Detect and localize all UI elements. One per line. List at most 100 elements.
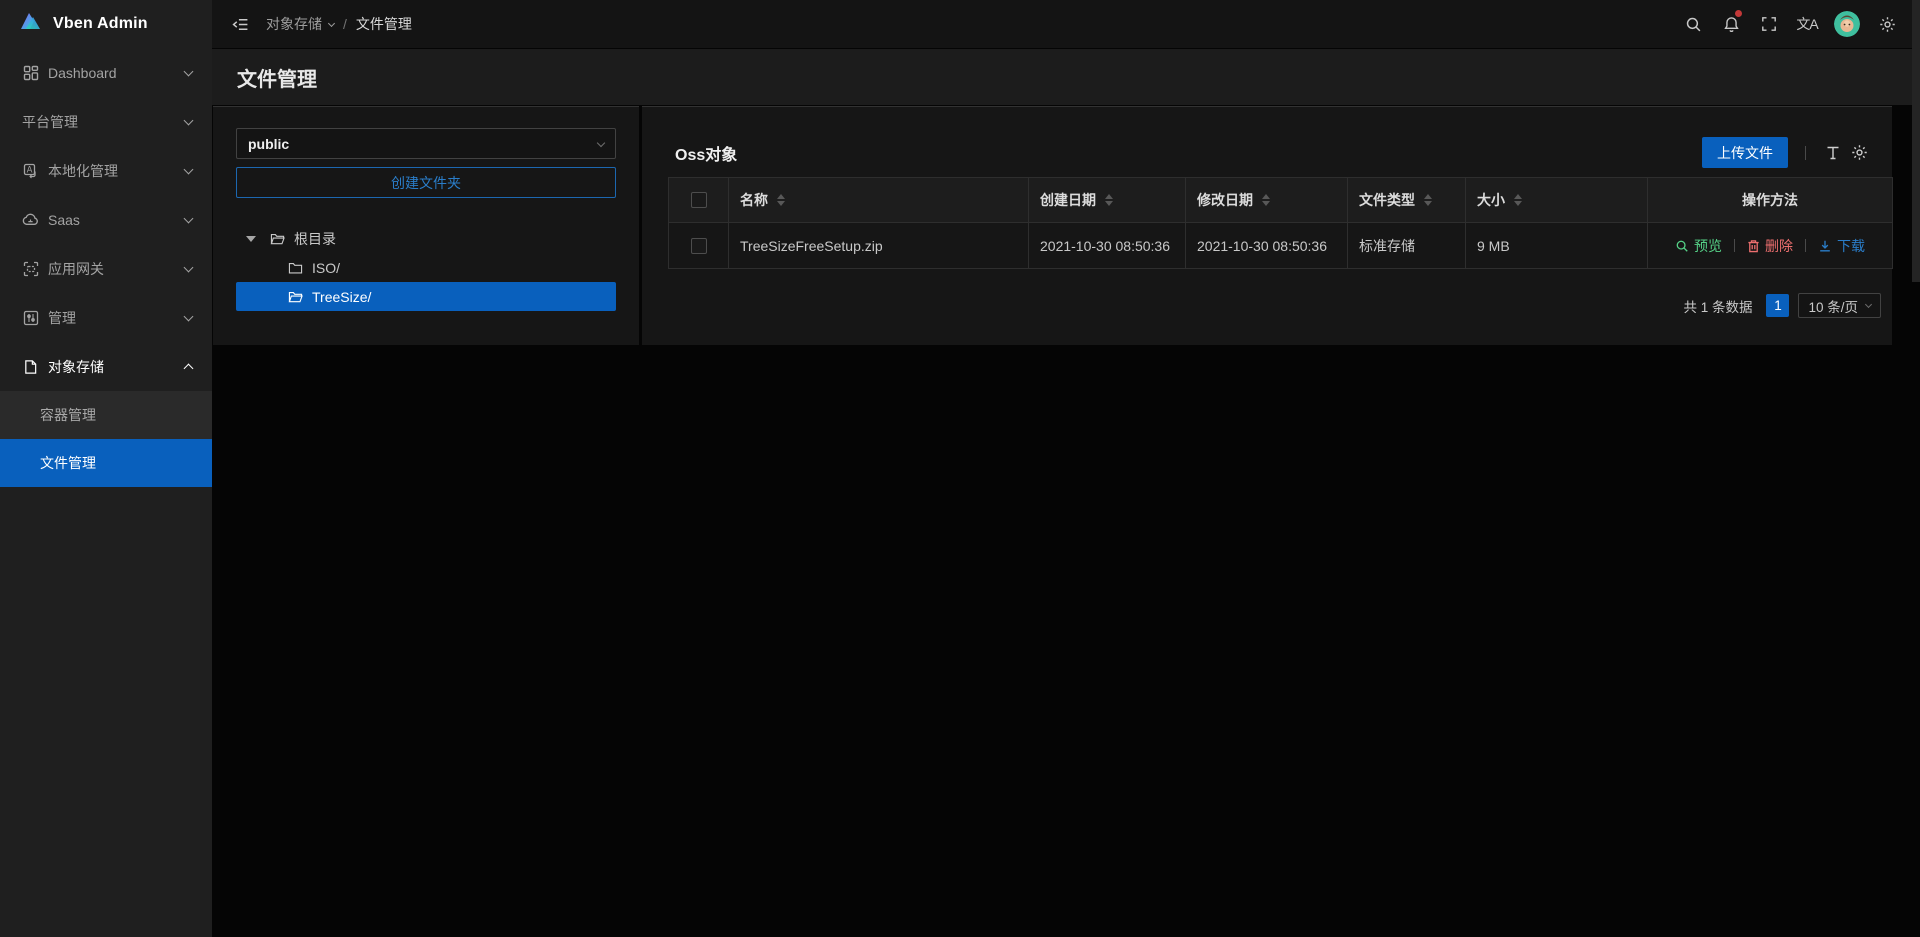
preview-label: 预览 (1694, 236, 1722, 256)
tree-node-label: 根目录 (294, 229, 336, 249)
row-checkbox[interactable] (691, 238, 707, 254)
column-label: 创建日期 (1040, 190, 1096, 210)
header-actions: 文A (1674, 0, 1906, 48)
user-avatar[interactable] (1834, 11, 1860, 37)
delete-link[interactable]: 删除 (1747, 236, 1793, 256)
translate-glyph: 文A (1796, 14, 1817, 34)
download-icon (1818, 239, 1832, 253)
sort-icon (1424, 194, 1432, 206)
action-divider (1734, 239, 1735, 252)
page-title: 文件管理 (237, 63, 317, 92)
table-toolbar: 上传文件 (1702, 137, 1872, 168)
sidebar-item-label: Dashboard (48, 65, 117, 81)
sidebar-item-object-storage[interactable]: 对象存储 (0, 342, 212, 391)
sidebar-item-localization[interactable]: A 本地化管理 (0, 146, 212, 195)
sidebar-item-management[interactable]: 管理 (0, 293, 212, 342)
upload-file-button[interactable]: 上传文件 (1702, 137, 1788, 168)
dashboard-icon (22, 64, 39, 81)
pagination: 共 1 条数据 1 10 条/页 (1683, 293, 1881, 318)
sidebar-item-label: Saas (48, 212, 80, 228)
cloud-icon (22, 211, 39, 228)
sidebar-item-label: 本地化管理 (48, 161, 118, 181)
folder-open-icon (288, 289, 304, 305)
tree-node-root[interactable]: 根目录 (236, 224, 616, 253)
search-icon[interactable] (1674, 0, 1712, 48)
translate-icon[interactable]: 文A (1788, 0, 1826, 48)
oss-objects-panel: Oss对象 上传文件 (642, 106, 1892, 345)
delete-label: 删除 (1765, 236, 1793, 256)
page-title-bar: 文件管理 (212, 49, 1920, 105)
sidebar-item-label: 平台管理 (22, 112, 78, 132)
cell-modified: 2021-10-30 08:50:36 (1186, 223, 1348, 269)
table-row: TreeSizeFreeSetup.zip 2021-10-30 08:50:3… (669, 223, 1893, 269)
tree-node-iso[interactable]: ISO/ (236, 253, 616, 282)
pagination-page-1[interactable]: 1 (1766, 294, 1789, 317)
oss-objects-table: 名称 创建日期 修改日期 文件类型 (668, 177, 1893, 269)
sidebar-item-saas[interactable]: Saas (0, 195, 212, 244)
download-link[interactable]: 下载 (1818, 236, 1865, 256)
pagination-total: 共 1 条数据 (1683, 296, 1752, 316)
document-icon (22, 358, 39, 375)
column-header-created[interactable]: 创建日期 (1029, 178, 1186, 223)
menu-fold-icon[interactable] (226, 10, 254, 38)
magnifier-icon (1675, 239, 1689, 253)
page-size-select[interactable]: 10 条/页 (1798, 293, 1881, 318)
download-label: 下载 (1837, 236, 1865, 256)
row-height-icon[interactable] (1820, 140, 1846, 166)
sort-icon (1262, 194, 1270, 206)
chevron-down-icon (184, 213, 194, 223)
sliders-icon (22, 309, 39, 326)
breadcrumb-parent[interactable]: 对象存储 (266, 14, 334, 34)
panel-title: Oss对象 (675, 141, 737, 165)
column-header-size[interactable]: 大小 (1466, 178, 1648, 223)
column-header-modified[interactable]: 修改日期 (1186, 178, 1348, 223)
sidebar: Vben Admin Dashboard 平台管理 (0, 0, 212, 937)
notification-bell-icon[interactable] (1712, 0, 1750, 48)
cell-name: TreeSizeFreeSetup.zip (729, 223, 1029, 269)
sidebar-subitem-label: 文件管理 (40, 453, 96, 473)
sidebar-item-dashboard[interactable]: Dashboard (0, 48, 212, 97)
column-label: 操作方法 (1742, 192, 1798, 208)
sidebar-menu: Dashboard 平台管理 A 本地化管理 (0, 48, 212, 487)
top-header: 对象存储 / 文件管理 (212, 0, 1920, 48)
sidebar-subitem-file-management[interactable]: 文件管理 (0, 439, 212, 487)
app-title: Vben Admin (53, 15, 148, 33)
chevron-down-icon (184, 164, 194, 174)
sidebar-item-label: 应用网关 (48, 259, 104, 279)
caret-down-icon[interactable] (246, 236, 256, 242)
sort-icon (1514, 194, 1522, 206)
settings-gear-icon[interactable] (1868, 0, 1906, 48)
sort-icon (777, 194, 785, 206)
column-label: 修改日期 (1197, 190, 1253, 210)
column-header-name[interactable]: 名称 (729, 178, 1029, 223)
tree-node-label: ISO/ (312, 260, 340, 276)
sidebar-item-gateway[interactable]: 应用网关 (0, 244, 212, 293)
preview-link[interactable]: 预览 (1675, 236, 1722, 256)
chevron-up-icon (184, 364, 194, 374)
select-all-header[interactable] (669, 178, 729, 223)
column-settings-gear-icon[interactable] (1846, 140, 1872, 166)
trash-icon (1747, 239, 1760, 253)
column-label: 大小 (1477, 190, 1505, 210)
chevron-down-icon (184, 262, 194, 272)
chevron-down-icon (328, 19, 335, 26)
app-logo[interactable]: Vben Admin (0, 0, 212, 48)
fullscreen-icon[interactable] (1750, 0, 1788, 48)
column-label: 名称 (740, 190, 768, 210)
chevron-down-icon (184, 311, 194, 321)
vertical-scrollbar[interactable] (1912, 0, 1920, 282)
folder-open-icon (270, 231, 286, 247)
gateway-icon (22, 260, 39, 277)
breadcrumb-separator: / (343, 16, 347, 32)
column-header-actions: 操作方法 (1648, 178, 1893, 223)
action-divider (1805, 239, 1806, 252)
chevron-down-icon (184, 66, 194, 76)
sidebar-subitem-container-management[interactable]: 容器管理 (0, 391, 212, 439)
bucket-select[interactable]: public (236, 128, 616, 159)
tree-node-treesize[interactable]: TreeSize/ (236, 282, 616, 311)
create-folder-button[interactable]: 创建文件夹 (236, 167, 616, 198)
select-all-checkbox[interactable] (691, 192, 707, 208)
app-root: Vben Admin Dashboard 平台管理 (0, 0, 1920, 937)
column-header-filetype[interactable]: 文件类型 (1348, 178, 1466, 223)
sidebar-item-platform[interactable]: 平台管理 (0, 97, 212, 146)
